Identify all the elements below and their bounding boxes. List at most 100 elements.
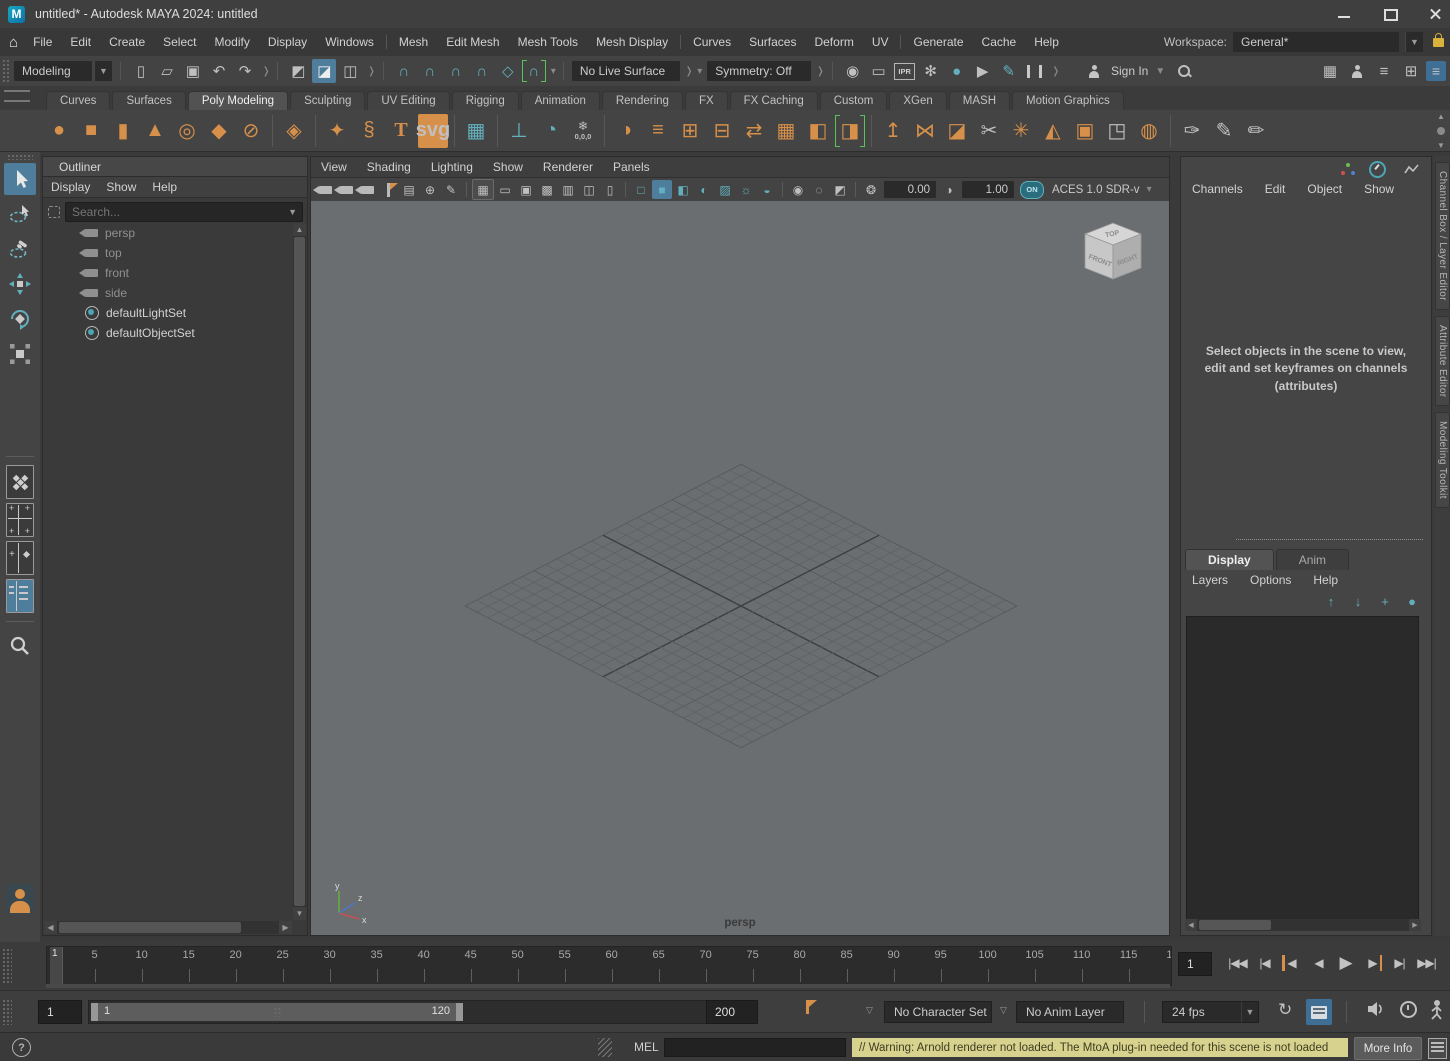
channelbox-menu-edit[interactable]: Edit xyxy=(1254,179,1297,200)
layer-move-down-icon[interactable]: ↓ xyxy=(1349,593,1367,609)
fps-dropdown-arrow[interactable]: ▼ xyxy=(1241,1001,1259,1023)
timeslider-grip[interactable] xyxy=(2,948,12,984)
help-icon[interactable]: ? xyxy=(12,1038,31,1057)
scroll-right-icon[interactable]: ▶ xyxy=(1409,919,1421,931)
snap-grid-icon[interactable]: ∩ xyxy=(392,59,416,83)
layer-menu-layers[interactable]: Layers xyxy=(1181,570,1239,590)
script-editor-icon[interactable] xyxy=(1428,1038,1447,1059)
shelf-tab-custom[interactable]: Custom xyxy=(820,91,888,110)
search-history-icon[interactable] xyxy=(1172,59,1196,83)
playback-loop-icon[interactable]: ↻ xyxy=(1278,1000,1292,1020)
select-component-icon[interactable]: ◫ xyxy=(338,59,362,83)
view-cube[interactable]: TOP FRONT RIGHT xyxy=(1077,217,1149,291)
menu-modify[interactable]: Modify xyxy=(205,29,258,56)
super-shape[interactable]: ✦ xyxy=(322,114,352,148)
menu-surfaces[interactable]: Surfaces xyxy=(740,29,805,56)
viewport-menu-renderer[interactable]: Renderer xyxy=(533,157,603,177)
duplicate-face[interactable]: ▣ xyxy=(1070,114,1100,148)
menu-set-dropdown-arrow[interactable]: ▼ xyxy=(94,61,112,81)
poly-sphere[interactable]: ● xyxy=(44,114,74,148)
smooth[interactable]: ≡ xyxy=(643,114,673,148)
rangeslider-grip[interactable] xyxy=(2,999,12,1025)
step-forward-frame-button[interactable]: ▶| xyxy=(1386,950,1413,976)
range-middle-grip[interactable] xyxy=(274,1007,281,1017)
menu-curves[interactable]: Curves xyxy=(684,29,740,56)
viewport-menu-shading[interactable]: Shading xyxy=(357,157,421,177)
select-camera-icon[interactable] xyxy=(315,180,335,199)
extrude[interactable]: ↥ xyxy=(878,114,908,148)
separate[interactable]: ⊟ xyxy=(707,114,737,148)
viewport-menu-view[interactable]: View xyxy=(311,157,357,177)
outliner-item-persp[interactable]: persp xyxy=(43,223,293,243)
contrast-field[interactable]: 1.00 xyxy=(962,181,1014,198)
snap-together-icon[interactable]: ∩ xyxy=(522,59,546,83)
new-scene-icon[interactable]: ▯ xyxy=(129,59,153,83)
motion-blur-icon[interactable]: ◌ xyxy=(809,180,829,199)
shelf-tab-curves[interactable]: Curves xyxy=(46,91,110,110)
smooth-shade-icon[interactable]: ■ xyxy=(652,180,672,199)
type-text[interactable]: T xyxy=(386,114,416,148)
panel-splitter[interactable] xyxy=(1236,539,1423,540)
gauge-icon[interactable] xyxy=(1365,157,1389,181)
create-at-origin[interactable]: ❄0,0,0 xyxy=(568,114,598,148)
collapse-arrow[interactable]: ❭ xyxy=(816,66,824,77)
transfer-attributes[interactable]: ⇄ xyxy=(739,114,769,148)
mel-command-input[interactable] xyxy=(664,1038,846,1057)
ep-curve[interactable]: ✎ xyxy=(1209,114,1239,148)
anim-layer-arrow[interactable]: ▽ xyxy=(1000,1005,1007,1016)
editor-layout-icon[interactable]: ⊞ xyxy=(1399,59,1423,83)
curve-pen[interactable]: ✑ xyxy=(1177,114,1207,148)
current-frame-field[interactable]: 1 xyxy=(1178,952,1212,976)
layout-four-pane-button[interactable]: + + + + xyxy=(6,503,34,537)
outliner-menu-show[interactable]: Show xyxy=(98,177,144,197)
camera-attributes-icon[interactable] xyxy=(357,180,377,199)
more-info-button[interactable]: More Info xyxy=(1354,1037,1422,1060)
construction-plane[interactable]: ⊥ xyxy=(504,114,534,148)
zoom-tool[interactable] xyxy=(4,630,36,662)
exposure-field[interactable]: 0.00 xyxy=(884,181,936,198)
color-management-toggle[interactable]: ON xyxy=(1020,181,1044,199)
animation-end-field[interactable]: 200 xyxy=(706,1000,758,1024)
display-layers-icon[interactable]: ≡ xyxy=(1372,59,1396,83)
layout-two-pane-button[interactable]: + xyxy=(6,541,34,575)
channelbox-menu-show[interactable]: Show xyxy=(1353,179,1405,200)
viewport-menu-lighting[interactable]: Lighting xyxy=(421,157,483,177)
colorspace-select[interactable]: ACES 1.0 SDR-v xyxy=(1048,184,1144,196)
exposure-icon[interactable]: ❂ xyxy=(861,180,881,199)
evaluation-icon[interactable] xyxy=(1426,999,1446,1021)
snap-curve-icon[interactable]: ∩ xyxy=(418,59,442,83)
toggle-interactive-creation[interactable]: ◔ xyxy=(536,114,566,148)
toolbox-grip[interactable] xyxy=(7,154,33,160)
wrap[interactable]: ◍ xyxy=(1134,114,1164,148)
hypergraph-icon[interactable]: ▦ xyxy=(1318,59,1342,83)
workspace-select[interactable]: General* xyxy=(1233,32,1399,52)
grease-pencil-icon[interactable]: ✎ xyxy=(441,180,461,199)
scrollbar-thumb[interactable] xyxy=(1199,920,1271,930)
ipr-render-icon[interactable]: IPR xyxy=(893,59,917,83)
shelf-scroll[interactable]: ▲ ▼ xyxy=(1434,112,1448,150)
lock-camera-icon[interactable] xyxy=(336,180,356,199)
collapse-arrow[interactable]: ❭ xyxy=(262,66,270,77)
collapse-arrow[interactable]: ❭ xyxy=(685,66,693,77)
symmetry-options-arrow[interactable]: ▾ xyxy=(697,66,702,77)
shelf-scroll-knob[interactable] xyxy=(1437,127,1445,135)
bookmark-icon[interactable] xyxy=(806,1000,809,1017)
lighting-icon[interactable]: ☼ xyxy=(736,180,756,199)
layout-single-pane-button[interactable] xyxy=(6,465,34,499)
home-icon[interactable]: ⌂ xyxy=(9,34,18,51)
toon-icon[interactable]: ● xyxy=(945,59,969,83)
layer-menu-options[interactable]: Options xyxy=(1239,570,1302,590)
shelf-scroll-up-icon[interactable]: ▲ xyxy=(1437,112,1445,121)
menu-set-selector[interactable]: Modeling xyxy=(14,61,92,81)
textured-icon[interactable]: ◧ xyxy=(673,180,693,199)
sign-in-button[interactable]: Sign In xyxy=(1111,64,1148,78)
statusbar-grip[interactable] xyxy=(598,1038,612,1057)
tab-anim[interactable]: Anim xyxy=(1276,549,1349,570)
scrollbar-thumb[interactable] xyxy=(59,922,241,933)
layer-move-up-icon[interactable]: ↑ xyxy=(1322,593,1340,609)
mirror[interactable]: ◧ xyxy=(803,114,833,148)
layer-list[interactable] xyxy=(1186,616,1419,921)
platonic-solid[interactable]: ◈ xyxy=(279,114,309,148)
poly-cylinder[interactable]: ▮ xyxy=(108,114,138,148)
select-hierarchy-icon[interactable]: ◩ xyxy=(286,59,310,83)
